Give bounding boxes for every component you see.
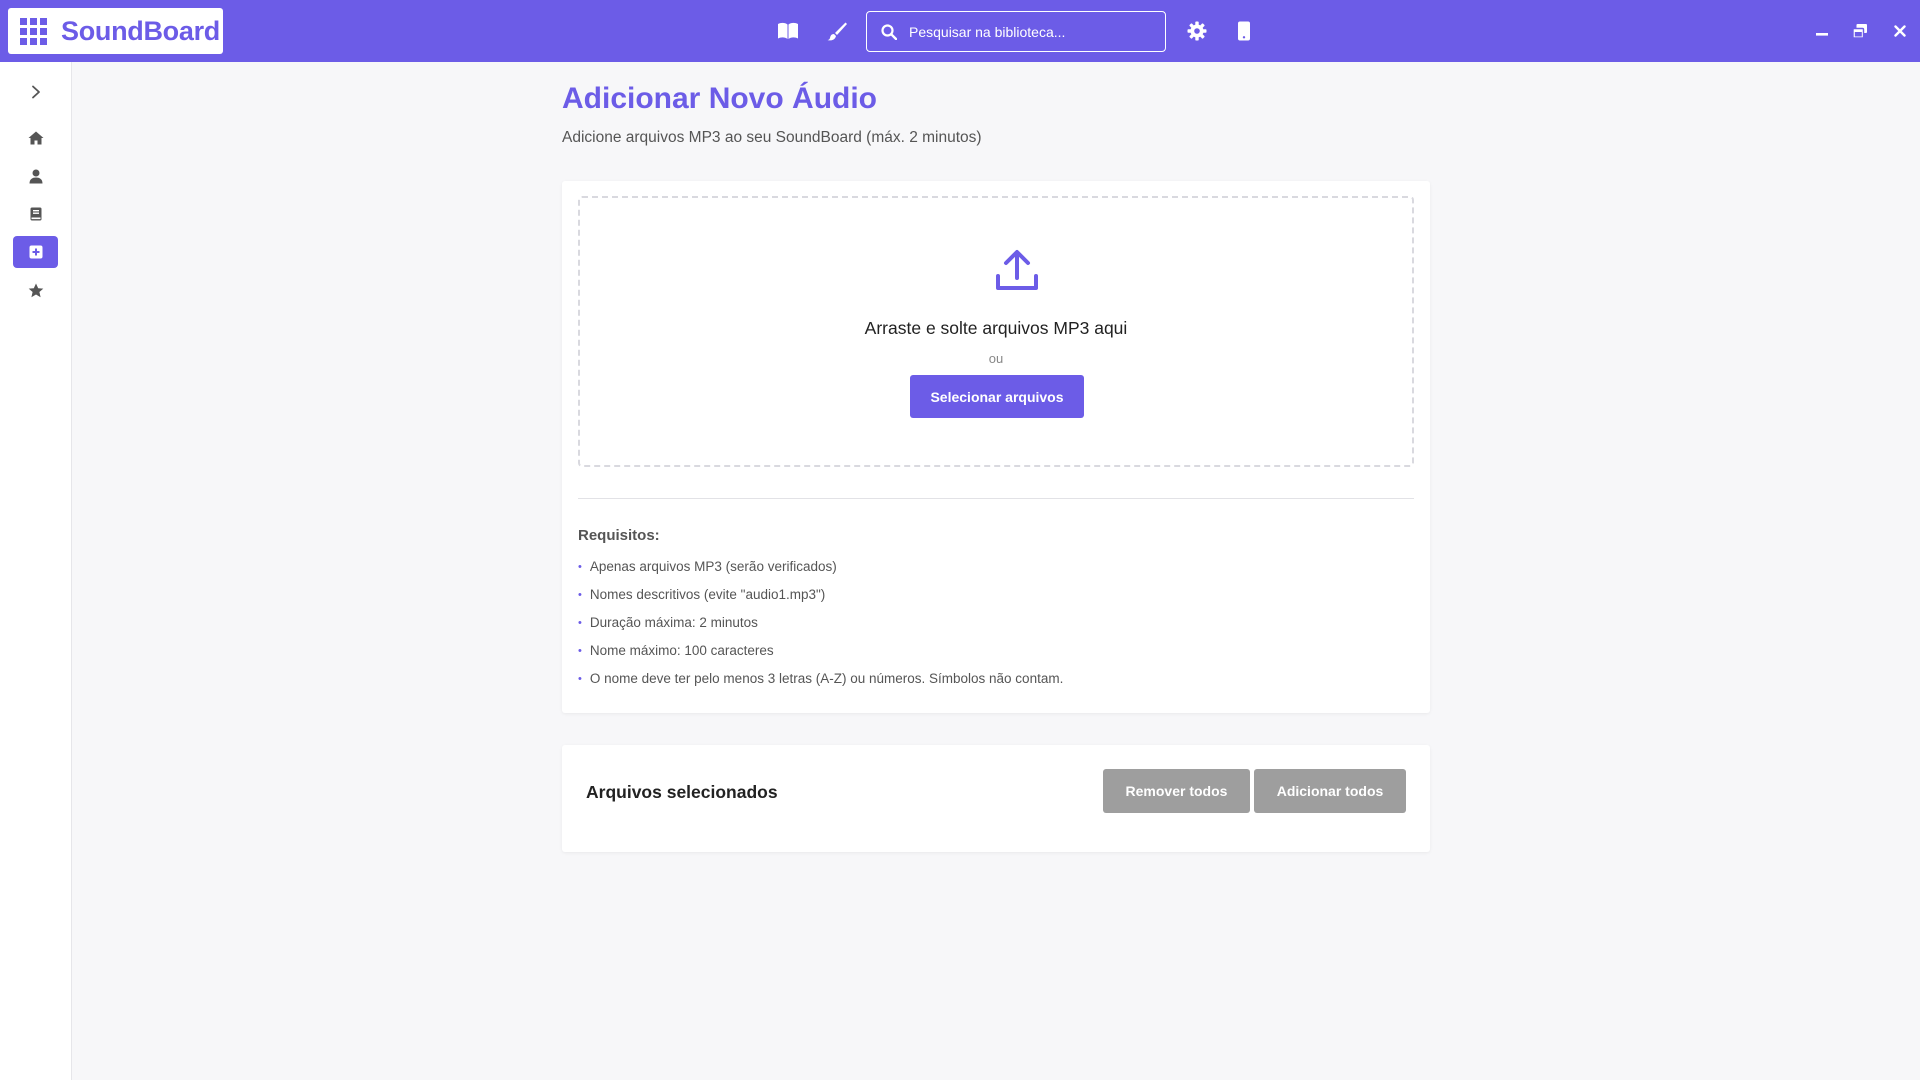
top-bar: SoundBoard: [0, 0, 1920, 62]
select-files-button[interactable]: Selecionar arquivos: [910, 375, 1084, 418]
star-icon: [28, 283, 43, 297]
sidebar: [0, 62, 72, 1080]
gear-icon[interactable]: [1185, 19, 1209, 43]
mobile-icon[interactable]: [1232, 19, 1256, 43]
sidebar-item-add-audio[interactable]: [13, 236, 58, 268]
close-icon[interactable]: [1888, 19, 1912, 43]
upload-card: Arraste e solte arquivos MP3 aqui ou Sel…: [562, 181, 1430, 713]
page-title: Adicionar Novo Áudio: [562, 82, 877, 115]
app-name: SoundBoard: [61, 15, 220, 46]
sidebar-expand-button[interactable]: [13, 76, 58, 108]
home-icon: [28, 131, 43, 145]
bullet-icon: •: [578, 645, 582, 657]
requirement-text: O nome deve ter pelo menos 3 letras (A-Z…: [589, 671, 1064, 686]
requirement-item: • Duração máxima: 2 minutos: [578, 614, 1063, 642]
restore-icon[interactable]: [1848, 19, 1872, 43]
add-all-button[interactable]: Adicionar todos: [1254, 769, 1406, 813]
bullet-icon: •: [578, 561, 582, 573]
selected-files-title: Arquivos selecionados: [586, 782, 778, 802]
drop-zone-or-label: ou: [988, 351, 1004, 366]
sidebar-item-library[interactable]: [13, 198, 58, 230]
bullet-icon: •: [578, 589, 582, 601]
book-icon[interactable]: [776, 19, 800, 43]
requirement-text: Duração máxima: 2 minutos: [589, 615, 758, 630]
requirement-text: Nome máximo: 100 caracteres: [589, 643, 774, 658]
selected-files-card: Arquivos selecionados Remover todos Adic…: [562, 745, 1430, 852]
search-input[interactable]: [909, 23, 1149, 40]
minimize-icon[interactable]: [1810, 19, 1834, 43]
page-subtitle: Adicione arquivos MP3 ao seu SoundBoard …: [562, 129, 982, 146]
drop-zone[interactable]: Arraste e solte arquivos MP3 aqui ou Sel…: [578, 196, 1414, 467]
book-icon: [30, 207, 41, 221]
user-icon: [29, 169, 42, 183]
sidebar-item-profile[interactable]: [13, 160, 58, 192]
requirements-list: • Apenas arquivos MP3 (serão verificados)…: [578, 558, 1063, 698]
app-logo[interactable]: SoundBoard: [8, 8, 223, 54]
bullet-icon: •: [578, 617, 582, 629]
drop-zone-title: Arraste e solte arquivos MP3 aqui: [864, 318, 1128, 338]
search-icon: [881, 23, 897, 40]
requirements-title: Requisitos:: [578, 527, 660, 544]
grid-logo-icon: [20, 17, 47, 45]
divider: [578, 498, 1414, 499]
remove-all-button[interactable]: Remover todos: [1103, 769, 1250, 813]
requirement-item: • Nome máximo: 100 caracteres: [578, 642, 1063, 670]
sidebar-item-favorites[interactable]: [13, 274, 58, 306]
requirement-text: Apenas arquivos MP3 (serão verificados): [589, 559, 837, 574]
requirement-item: • Nomes descritivos (evite "audio1.mp3"): [578, 586, 1063, 614]
bullet-icon: •: [578, 673, 582, 685]
requirement-text: Nomes descritivos (evite "audio1.mp3"): [589, 587, 826, 602]
requirement-item: • Apenas arquivos MP3 (serão verificados): [578, 558, 1063, 586]
brush-icon[interactable]: [825, 19, 849, 43]
plus-square-icon: [29, 245, 42, 259]
requirement-item: • O nome deve ter pelo menos 3 letras (A-…: [578, 670, 1063, 698]
search-box[interactable]: [866, 11, 1166, 52]
chevron-right-icon: [31, 85, 40, 99]
sidebar-item-home[interactable]: [13, 122, 58, 154]
upload-icon: [996, 250, 1038, 290]
